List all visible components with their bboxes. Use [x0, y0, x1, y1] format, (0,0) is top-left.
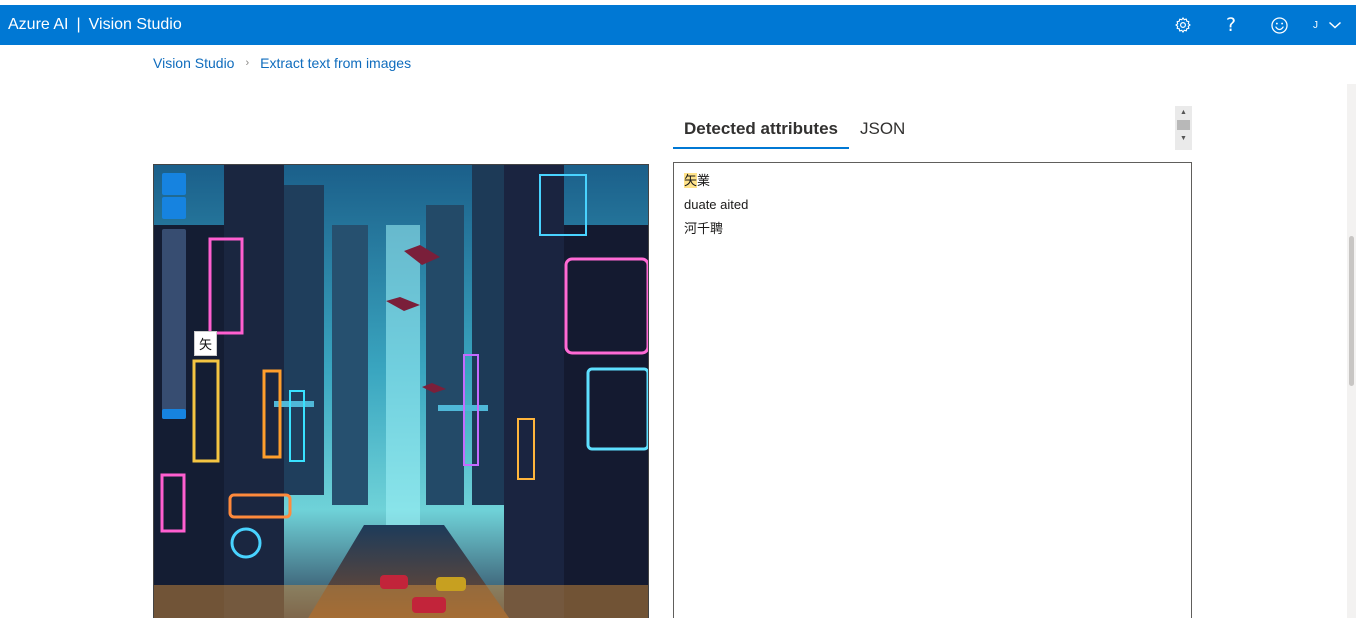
line-text: duate aited: [684, 197, 749, 212]
breadcrumb: Vision Studio › Extract text from images: [153, 55, 411, 71]
zoom-in-button[interactable]: [162, 173, 186, 195]
hover-tooltip: 矢: [194, 331, 218, 356]
zoom-control: [162, 173, 186, 437]
topbar-actions: ? J: [1159, 5, 1356, 45]
chevron-down-icon: [1328, 21, 1342, 29]
zoom-out-button[interactable]: [162, 197, 186, 219]
help-button[interactable]: ?: [1207, 5, 1255, 45]
gear-icon: [1175, 17, 1191, 33]
tabs-scrollbar[interactable]: ▲ ▼: [1175, 106, 1192, 150]
smiley-icon: [1270, 16, 1288, 34]
brand[interactable]: Azure AI | Vision Studio: [0, 16, 182, 34]
settings-button[interactable]: [1159, 5, 1207, 45]
cyberpunk-city-image: [154, 165, 648, 618]
chevron-right-icon: ›: [245, 57, 250, 69]
account-menu[interactable]: J: [1303, 5, 1356, 45]
scroll-down-icon[interactable]: ▼: [1175, 132, 1192, 144]
breadcrumb-vision-studio[interactable]: Vision Studio: [153, 55, 234, 71]
brand-vision-studio: Vision Studio: [88, 16, 182, 33]
detected-line[interactable]: 河千聘: [684, 219, 1181, 243]
vision-studio-page: Azure AI | Vision Studio ? J Vision Stud…: [0, 0, 1356, 618]
result-tabs: Detected attributes JSON: [673, 115, 916, 149]
detected-line[interactable]: 矢業: [684, 171, 1181, 195]
zoom-slider[interactable]: [162, 229, 186, 419]
line-text: 河千聘: [684, 221, 724, 236]
detected-text-panel: 矢業 duate aited 河千聘: [673, 162, 1192, 618]
tab-json[interactable]: JSON: [849, 115, 916, 149]
breadcrumb-extract-text[interactable]: Extract text from images: [260, 55, 411, 71]
question-icon: ?: [1225, 14, 1237, 36]
top-bar: Azure AI | Vision Studio ? J: [0, 5, 1356, 45]
account-initial: J: [1313, 19, 1318, 31]
brand-azure-ai: Azure AI: [8, 16, 69, 33]
tab-detected-attributes[interactable]: Detected attributes: [673, 115, 849, 149]
zoom-slider-thumb[interactable]: [162, 409, 186, 419]
highlighted-word[interactable]: 矢: [684, 173, 698, 188]
page-scroll-thumb[interactable]: [1349, 236, 1354, 386]
image-preview[interactable]: [153, 164, 649, 618]
brand-separator: |: [76, 16, 81, 33]
tabs-scroll-thumb[interactable]: [1177, 120, 1190, 130]
detected-line[interactable]: duate aited: [684, 195, 1181, 219]
scroll-up-icon[interactable]: ▲: [1175, 106, 1192, 118]
line-text: 業: [697, 173, 711, 188]
page-scrollbar[interactable]: [1347, 84, 1356, 618]
feedback-button[interactable]: [1255, 5, 1303, 45]
